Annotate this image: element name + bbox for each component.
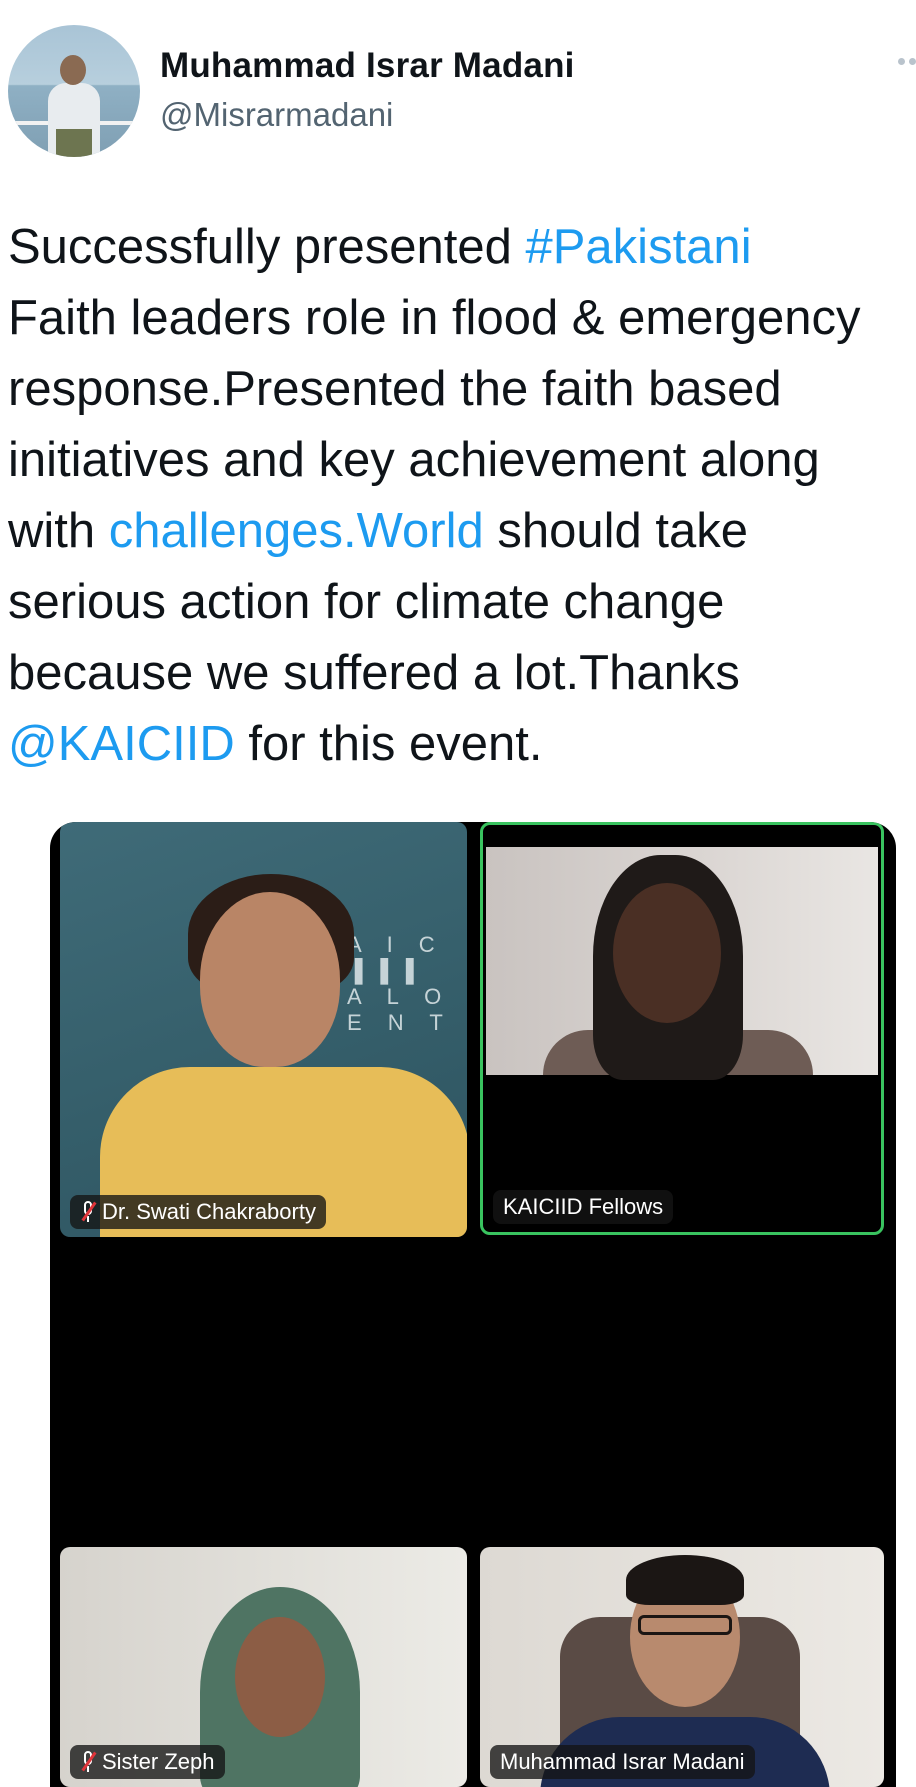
tweet-text: Successfully presented #Pakistani Faith … — [8, 212, 916, 780]
more-options-icon[interactable] — [898, 58, 916, 68]
participant-name: KAICIID Fellows — [503, 1194, 664, 1219]
participant-label: KAICIID Fellows — [493, 1190, 674, 1224]
url-link[interactable]: challenges.World — [109, 504, 484, 558]
wall-logo: A I C ▐▐▐ A L OE N T — [347, 932, 453, 1035]
participant-label: Muhammad Israr Madani — [490, 1745, 755, 1779]
participant-tile-active: KAICIID Fellows — [480, 822, 884, 1235]
avatar[interactable] — [8, 25, 140, 157]
participant-name: Dr. Swati Chakraborty — [102, 1199, 316, 1224]
participant-tile: Sister Zeph — [60, 1547, 467, 1787]
participant-tile: Muhammad Israr Madani — [480, 1547, 884, 1787]
hashtag-link[interactable]: #Pakistani — [526, 220, 752, 274]
participant-tile: A I C ▐▐▐ A L OE N T Dr. Swati Chakraborty — [60, 822, 467, 1237]
participant-name: Muhammad Israr Madani — [500, 1749, 745, 1774]
author-name[interactable]: Muhammad Israr Madani — [160, 46, 575, 86]
mention-link[interactable]: @KAICIID — [8, 717, 235, 771]
tweet-text-part: Successfully presented — [8, 220, 526, 274]
participant-label: Sister Zeph — [70, 1745, 225, 1779]
attached-image[interactable]: A I C ▐▐▐ A L OE N T Dr. Swati Chakraborty… — [50, 822, 896, 1787]
tweet-header: Muhammad Israr Madani @Misrarmadani — [0, 0, 916, 180]
mic-muted-icon — [80, 1750, 97, 1774]
mic-muted-icon — [80, 1200, 97, 1224]
participant-name: Sister Zeph — [102, 1749, 215, 1774]
participant-label: Dr. Swati Chakraborty — [70, 1195, 326, 1229]
author-handle[interactable]: @Misrarmadani — [160, 96, 393, 134]
tweet-text-part: for this event. — [234, 717, 543, 771]
